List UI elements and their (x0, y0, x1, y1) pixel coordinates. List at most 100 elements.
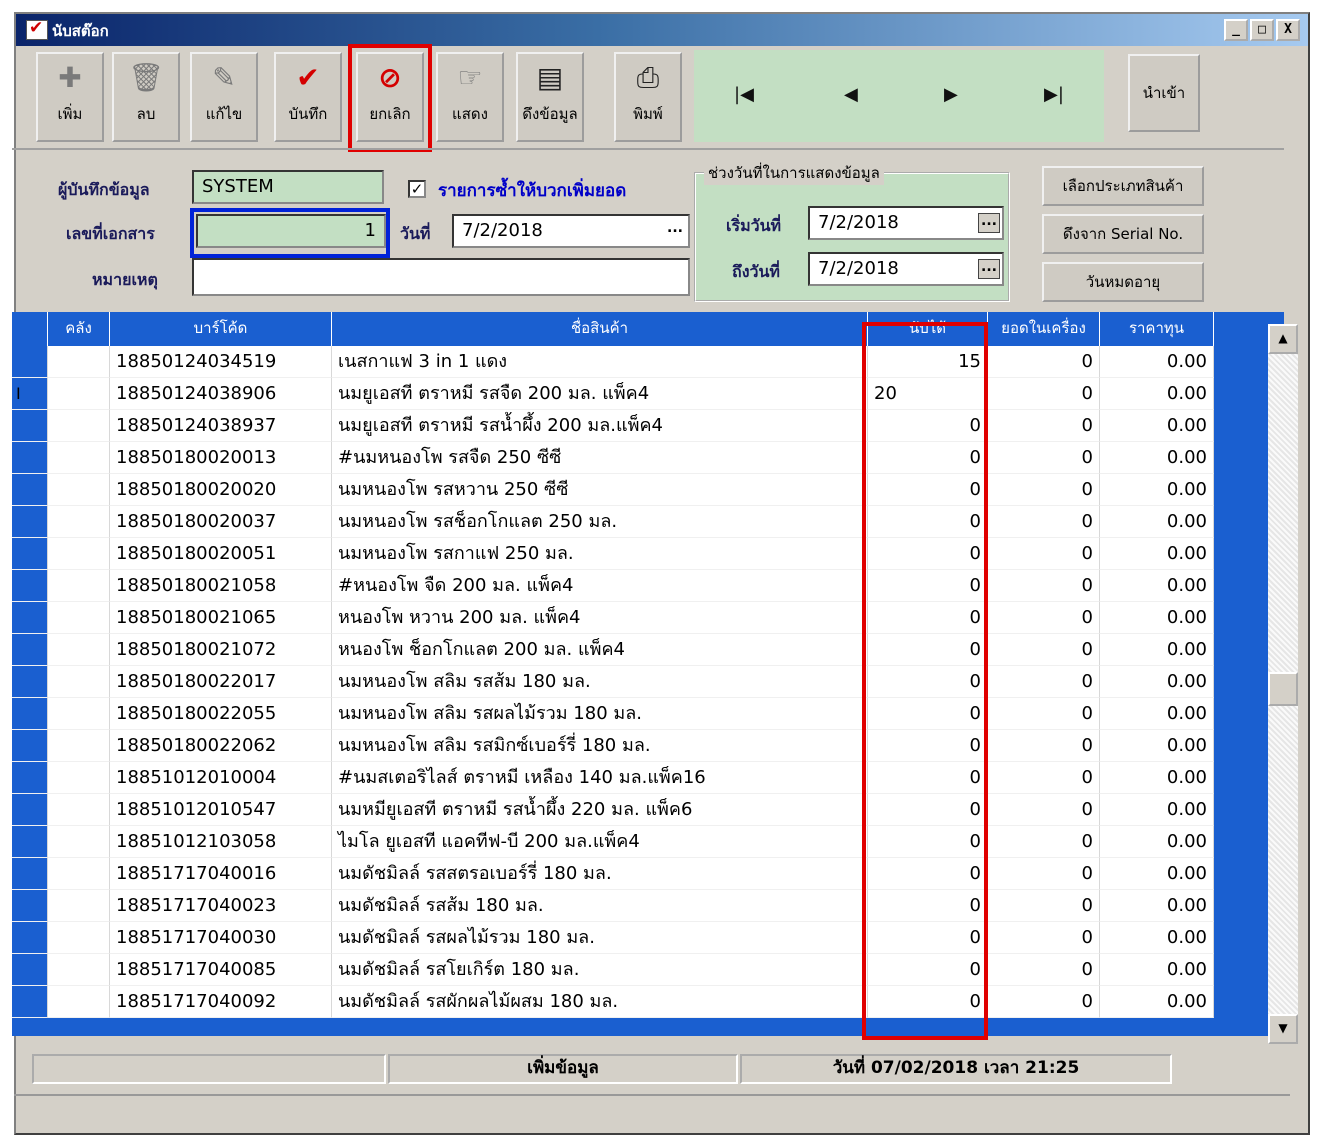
print-button-label: พิมพ์ (633, 105, 663, 123)
range-start-picker[interactable]: ... (978, 213, 1000, 233)
close-button[interactable]: X (1276, 19, 1300, 41)
serial-no-button[interactable]: ดึงจาก Serial No. (1042, 214, 1204, 254)
warehouse-cell (48, 474, 110, 506)
range-end-picker[interactable]: ... (978, 259, 1000, 279)
table-row[interactable]: 18850180021065 หนองโพ หวาน 200 มล. แพ็ค4 0… (12, 602, 1218, 634)
date-field[interactable]: 7/2/2018 ... (452, 214, 690, 248)
date-picker-button[interactable]: ... (664, 221, 686, 241)
barcode-cell: 18851717040030 (110, 922, 332, 954)
show-button[interactable]: ☞ แสดง (436, 52, 504, 142)
date-label: วันที่ (400, 224, 431, 243)
select-product-type-button[interactable]: เลือกประเภทสินค้า (1042, 166, 1204, 206)
pull-data-button[interactable]: ▤ ดึงข้อมูล (516, 52, 584, 142)
range-end-label: ถึงวันที่ (732, 262, 780, 281)
docno-label: เลขที่เอกสาร (66, 224, 155, 243)
table-row[interactable]: 18851012010004 #นมสเตอริไลส์ ตราหมี เหลือ… (12, 762, 1218, 794)
next-record-button[interactable]: ▶ (944, 84, 958, 105)
barcode-cell: 18850180021072 (110, 634, 332, 666)
add-button[interactable]: ✚ เพิ่ม (36, 52, 104, 142)
table-row[interactable]: 18851717040016 นมดัชมิลล์ รสสตรอเบอร์รี่ … (12, 858, 1218, 890)
table-row[interactable]: 18850180020020 นมหนองโพ รสหวาน 250 ซีซี 0 0… (12, 474, 1218, 506)
warehouse-cell (48, 570, 110, 602)
table-row[interactable]: 18850180022055 นมหนองโพ สลิม รสผลไม้รวม 1… (12, 698, 1218, 730)
row-indicator (12, 858, 48, 890)
row-indicator (12, 890, 48, 922)
header-warehouse[interactable]: คลัง (48, 312, 110, 346)
table-row[interactable]: 18851012010547 นมหมียูเอสที ตราหมี รสน้ำผ… (12, 794, 1218, 826)
pull-data-button-label: ดึงข้อมูล (522, 105, 578, 123)
table-row[interactable]: 18850124038937 นมยูเอสที ตราหมี รสน้ำผึ้ง… (12, 410, 1218, 442)
system-stock-cell: 0 (988, 602, 1100, 634)
edit-button[interactable]: ✎ แก้ไข (190, 52, 258, 142)
expiry-date-button[interactable]: วันหมดอายุ (1042, 262, 1204, 302)
system-stock-cell: 0 (988, 506, 1100, 538)
range-start-field[interactable]: 7/2/2018 ... (808, 206, 1004, 240)
table-row[interactable]: 18850180020013 #นมหนองโพ รสจืด 250 ซีซี 0 0… (12, 442, 1218, 474)
barcode-cell: 18850180021065 (110, 602, 332, 634)
table-row[interactable]: 18850180020037 นมหนองโพ รสช็อกโกแลต 250 ม… (12, 506, 1218, 538)
table-row[interactable]: 18850124034519 เนสกาแฟ 3 in 1 แดง 15 0 0.00 (12, 346, 1218, 378)
header-cost[interactable]: ราคาทุน (1100, 312, 1214, 346)
note-label: หมายเหตุ (92, 270, 158, 289)
row-indicator (12, 922, 48, 954)
warehouse-cell (48, 442, 110, 474)
cost-cell: 0.00 (1100, 538, 1214, 570)
scroll-down-button[interactable]: ▼ (1268, 1014, 1298, 1044)
delete-button-label: ลบ (136, 105, 156, 123)
header-product-name[interactable]: ชื่อสินค้า (332, 312, 868, 346)
last-record-button[interactable]: ▶| (1044, 84, 1064, 105)
table-row[interactable]: 18850180021072 หนองโพ ช็อกโกแลต 200 มล. แ… (12, 634, 1218, 666)
product-name-cell: นมยูเอสที ตราหมี รสน้ำผึ้ง 200 มล.แพ็ค4 (332, 410, 868, 442)
cost-cell: 0.00 (1100, 474, 1214, 506)
barcode-cell: 18851012010547 (110, 794, 332, 826)
product-name-cell: หนองโพ หวาน 200 มล. แพ็ค4 (332, 602, 868, 634)
product-name-cell: นมหนองโพ รสหวาน 250 ซีซี (332, 474, 868, 506)
scroll-up-button[interactable]: ▲ (1268, 324, 1298, 354)
scroll-thumb[interactable] (1268, 672, 1298, 706)
date-range-title: ช่วงวันที่ในการแสดงข้อมูล (704, 161, 884, 185)
table-row[interactable]: I 18850124038906 นมยูเอสที ตราหมี รสจืด 20… (12, 378, 1218, 410)
table-row[interactable]: 18851717040092 นมดัชมิลล์ รสผักผลไม้ผสม 1… (12, 986, 1218, 1018)
window-title: นับสต๊อก (52, 22, 109, 40)
first-record-button[interactable]: |◀ (734, 84, 754, 105)
delete-button[interactable]: 🗑 ลบ (112, 52, 180, 142)
title-bar[interactable]: นับสต๊อก _ □ X (16, 14, 1308, 46)
table-row[interactable]: 18850180022017 นมหนองโพ สลิม รสส้ม 180 มล… (12, 666, 1218, 698)
header-barcode[interactable]: บาร์โค้ด (110, 312, 332, 346)
print-button[interactable]: ⎙ พิมพ์ (614, 52, 682, 142)
warehouse-cell (48, 858, 110, 890)
previous-record-button[interactable]: ◀ (844, 84, 858, 105)
product-name-cell: นมดัชมิลล์ รสผลไม้รวม 180 มล. (332, 922, 868, 954)
warehouse-cell (48, 506, 110, 538)
record-navigation: |◀ ◀ ▶ ▶| (694, 50, 1104, 142)
table-row[interactable]: 18850180020051 นมหนองโพ รสกาแฟ 250 มล. 0 0 0… (12, 538, 1218, 570)
warehouse-cell (48, 954, 110, 986)
system-stock-cell: 0 (988, 634, 1100, 666)
table-row[interactable]: 18850180022062 นมหนองโพ สลิม รสมิกซ์เบอร์… (12, 730, 1218, 762)
recorder-field[interactable]: SYSTEM (192, 170, 384, 204)
warehouse-cell (48, 346, 110, 378)
vertical-scrollbar[interactable]: ▲ ▼ (1268, 324, 1298, 1044)
add-duplicates-checkbox[interactable]: ✓ (408, 180, 426, 198)
maximize-button[interactable]: □ (1250, 19, 1274, 41)
import-button[interactable]: นำเข้า (1128, 54, 1200, 132)
barcode-cell: 18851717040085 (110, 954, 332, 986)
header-system-stock[interactable]: ยอดในเครื่อง (988, 312, 1100, 346)
table-row[interactable]: 18851717040023 นมดัชมิลล์ รสส้ม 180 มล. 0 0… (12, 890, 1218, 922)
save-button[interactable]: ✔ บันทึก (274, 52, 342, 142)
row-indicator (12, 410, 48, 442)
table-row[interactable]: 18851717040085 นมดัชมิลล์ รสโยเกิร์ต 180 … (12, 954, 1218, 986)
product-name-cell: #หนองโพ จืด 200 มล. แพ็ค4 (332, 570, 868, 602)
range-end-field[interactable]: 7/2/2018 ... (808, 252, 1004, 286)
table-row[interactable]: 18851717040030 นมดัชมิลล์ รสผลไม้รวม 180 … (12, 922, 1218, 954)
cost-cell: 0.00 (1100, 986, 1214, 1018)
range-end-value: 7/2/2018 (818, 258, 899, 279)
system-stock-cell: 0 (988, 410, 1100, 442)
table-row[interactable]: 18851012103058 ไมโล ยูเอสที แอคทีฟ-บี 200… (12, 826, 1218, 858)
table-row[interactable]: 18850180021058 #หนองโพ จืด 200 มล. แพ็ค4 0… (12, 570, 1218, 602)
minimize-button[interactable]: _ (1224, 19, 1248, 41)
system-stock-cell: 0 (988, 890, 1100, 922)
warehouse-cell (48, 378, 110, 410)
product-name-cell: หนองโพ ช็อกโกแลต 200 มล. แพ็ค4 (332, 634, 868, 666)
note-field[interactable] (192, 258, 690, 296)
